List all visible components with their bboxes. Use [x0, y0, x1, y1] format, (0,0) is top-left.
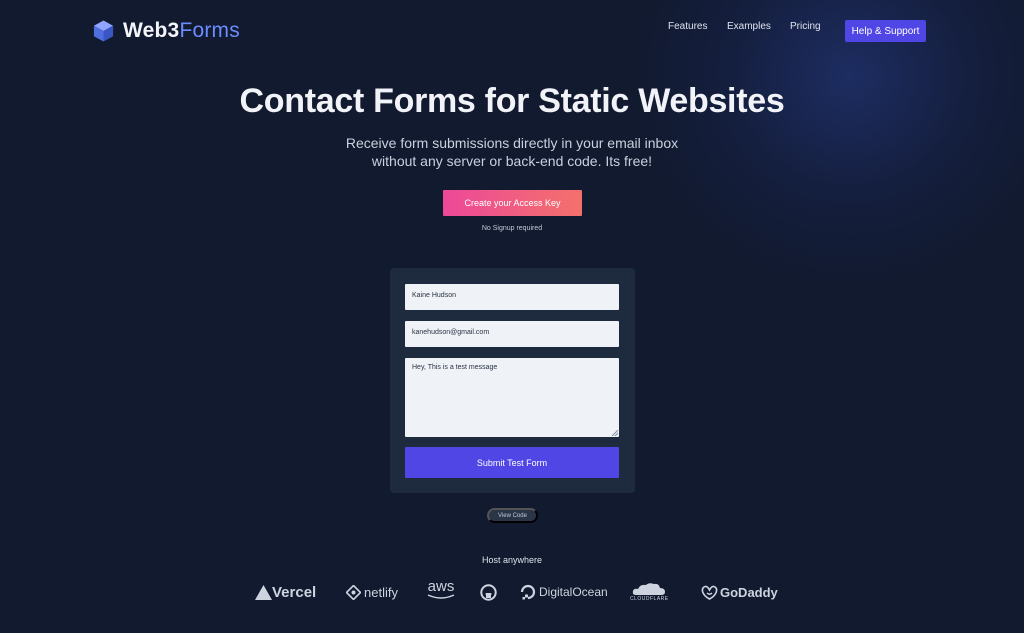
hero-subtitle-line1: Receive form submissions directly in you… — [345, 135, 679, 151]
godaddy-label: GoDaddy — [720, 584, 778, 600]
nav-link-features[interactable]: Features — [668, 21, 707, 32]
cube-logo-icon — [93, 20, 114, 42]
message-text: Hey, This is a test message — [412, 364, 498, 371]
logo-text-web3: Web3 — [123, 19, 180, 42]
logo-link[interactable]: Web3Forms — [92, 18, 240, 44]
host-anywhere-heading: Host anywhere — [481, 555, 543, 565]
logo-text-forms: Forms — [179, 19, 240, 42]
nav-link-pricing[interactable]: Pricing — [790, 21, 821, 32]
aws-label: aws — [427, 578, 455, 595]
submit-test-form-button[interactable]: Submit Test Form — [405, 447, 619, 478]
nav-link-examples[interactable]: Examples — [727, 21, 771, 32]
hero-title: Contact Forms for Static Websites — [239, 82, 785, 120]
help-support-button[interactable]: Help & Support — [845, 20, 926, 42]
netlify-label: netlify — [364, 584, 398, 600]
message-textarea[interactable]: Hey, This is a test message — [405, 358, 619, 437]
host-logos: Vercel netlify aws DigitalOcean CLOUDFLA… — [0, 578, 1024, 604]
create-access-key-button[interactable]: Create your Access Key — [443, 190, 582, 216]
hero-subtitle-line2: without any server or back-end code. Its… — [371, 153, 653, 169]
view-code-button[interactable]: View Code — [487, 508, 538, 523]
demo-form-card: Kaine Hudson kanehudson@gmail.com Hey, T… — [390, 268, 635, 493]
digitalocean-logo: DigitalOcean — [520, 580, 608, 604]
site-header: Web3Forms Features Examples Pricing Help… — [0, 0, 1024, 62]
godaddy-icon — [701, 585, 718, 600]
vercel-icon — [255, 584, 272, 600]
email-input[interactable]: kanehudson@gmail.com — [405, 321, 619, 347]
cloudflare-logo: CLOUDFLARE — [630, 580, 669, 604]
cloudflare-label: CLOUDFLARE — [630, 596, 669, 602]
aws-logo: aws — [427, 578, 455, 604]
netlify-logo: netlify — [346, 580, 398, 604]
digitalocean-label: DigitalOcean — [539, 585, 608, 599]
cloudflare-icon — [633, 583, 666, 595]
github-icon — [480, 583, 497, 601]
resize-handle-icon[interactable] — [612, 430, 618, 436]
digitalocean-icon — [520, 584, 536, 600]
vercel-logo: Vercel — [255, 580, 316, 604]
github-logo — [480, 580, 497, 604]
hero-subtitle: Receive form submissions directly in you… — [0, 134, 1024, 170]
aws-icon — [427, 594, 455, 599]
godaddy-logo: GoDaddy — [701, 580, 778, 604]
no-signup-note: No Signup required — [481, 225, 543, 232]
name-input[interactable]: Kaine Hudson — [405, 284, 619, 310]
logo-text: Web3Forms — [123, 19, 240, 43]
netlify-icon — [346, 584, 361, 600]
vercel-label: Vercel — [272, 583, 317, 601]
